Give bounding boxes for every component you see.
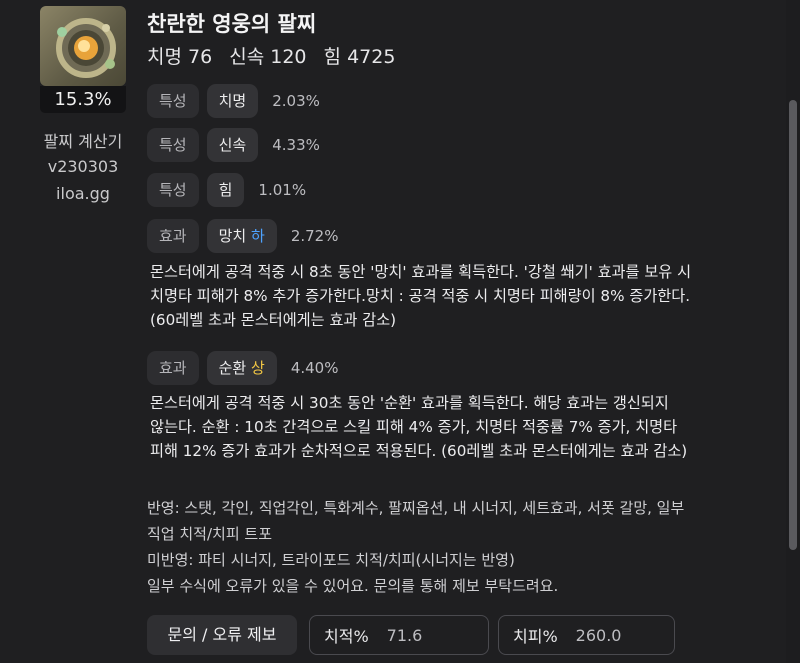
option-name-badge: 치명 [206,84,259,118]
option-type-badge: 특성 [147,128,199,162]
crit-rate-value: 71.6 [386,625,423,645]
effect-grade: 하 [251,227,265,245]
effect-row: 효과 순환 상 4.40% [147,351,338,385]
effect-name: 순환 [218,359,247,377]
option-type-badge: 특성 [147,84,199,118]
bracelet-item-icon [40,6,126,86]
option-value: 2.72% [290,227,339,245]
option-row: 특성 힘 1.01% [147,173,306,207]
item-stats: 치명 76 신속 120 힘 4725 [147,42,406,69]
stat-crit: 치명 76 [147,46,213,68]
option-value: 4.40% [290,359,339,377]
crit-rate-field[interactable]: 치적% 71.6 [309,615,489,655]
calculator-title: 팔찌 계산기 [43,132,123,151]
option-row: 특성 치명 2.03% [147,84,320,118]
option-name-badge: 힘 [206,173,245,207]
option-name-badge: 신속 [206,128,259,162]
effect-description: 몬스터에게 공격 적중 시 30초 동안 '순환' 효과를 획득한다. 해당 효… [150,394,688,460]
option-value: 2.03% [272,92,320,110]
option-type-badge: 효과 [147,351,199,385]
crit-damage-field[interactable]: 치피% 260.0 [498,615,675,655]
option-value: 4.33% [272,136,320,154]
site-name: iloa.gg [56,184,110,203]
effect-name: 망치 [218,227,247,245]
calc-percent: 15.3% [40,86,126,113]
option-type-badge: 특성 [147,173,199,207]
effect-description: 몬스터에게 공격 적중 시 8초 동안 '망치' 효과를 획득한다. '강철 쐐… [150,263,692,329]
effect-grade: 상 [251,359,265,377]
stat-swift: 신속 120 [229,46,307,68]
calculator-version: v230303 [47,157,119,176]
scrollbar-thumb[interactable] [789,100,797,550]
crit-damage-value: 260.0 [575,625,622,645]
stat-str: 힘 4725 [323,46,396,68]
reflection-notes: 반영: 스탯, 각인, 직업각인, 특화계수, 팔찌옵션, 내 시너지, 세트효… [147,499,685,595]
effect-name-badge: 순환 상 [206,351,277,385]
effect-row: 효과 망치 하 2.72% [147,219,338,253]
effect-name-badge: 망치 하 [206,219,277,253]
option-type-badge: 효과 [147,219,199,253]
report-button[interactable]: 문의 / 오류 제보 [147,615,297,655]
crit-rate-label: 치적% [324,627,369,646]
item-title: 찬란한 영웅의 팔찌 [147,12,317,36]
option-row: 특성 신속 4.33% [147,128,320,162]
option-value: 1.01% [258,181,307,199]
crit-damage-label: 치피% [513,627,558,646]
